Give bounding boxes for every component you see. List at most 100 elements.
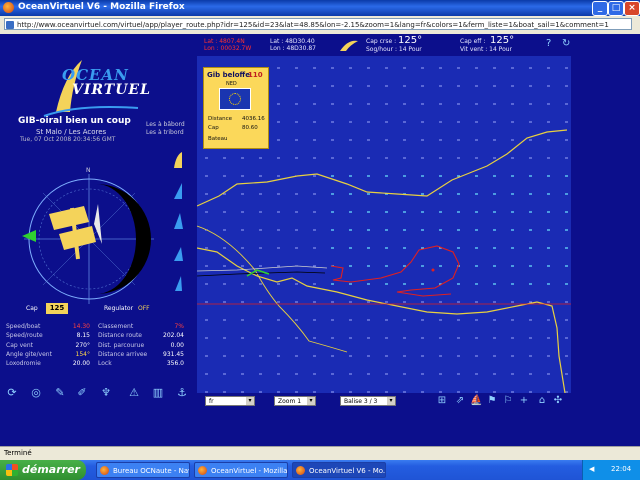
zoom-select[interactable]: Zoom 1 (274, 396, 316, 406)
stat-value: 931.45 (163, 350, 184, 358)
speaker-icon[interactable]: ◀ (589, 465, 594, 473)
stat-row: Lock 356.0 (98, 359, 186, 368)
stat-label: Speed/boat (6, 323, 41, 330)
stat-row: Speed/route 8.15 (6, 331, 92, 340)
measure-tool-icon[interactable]: ✎ (54, 387, 66, 399)
status-text: Terminé (4, 449, 32, 457)
stat-label: Loxodromie (6, 360, 41, 368)
maximize-button[interactable]: □ (608, 1, 624, 16)
stat-row: Distance route 202.04 (98, 331, 186, 340)
side-label-port[interactable]: Les à bâbord (146, 121, 185, 128)
compass-rose[interactable]: N (14, 164, 164, 314)
side-label-starboard[interactable]: Les à tribord (146, 129, 184, 136)
start-label: démarrer (22, 463, 80, 476)
palm-tool-icon[interactable]: ♆ (100, 387, 112, 399)
close-button[interactable]: × (624, 1, 640, 16)
mark-icon[interactable]: ⚐ (502, 395, 514, 407)
compass-tool-icon[interactable]: ✣ (552, 395, 564, 407)
cap-eff-label: Cap eff : (460, 38, 486, 45)
popup-row-value: 80.60 (242, 125, 258, 131)
logo-virtuel-text: VIRTUEL (72, 82, 151, 98)
sail-genoa-icon[interactable] (172, 151, 184, 169)
fleet-icon[interactable]: ⛵ (470, 395, 482, 407)
stat-value: 202.04 (163, 332, 184, 340)
cap-value: 125° (398, 35, 423, 46)
taskbar-item-label: OceanVirtuel - Mozilla... (211, 467, 288, 475)
stats-right: Classement 7% Distance route 202.04 Dist. pa… (98, 322, 186, 368)
firefox-icon (3, 2, 14, 13)
firefox-icon (296, 466, 305, 475)
popup-row-value: 4036.16 (242, 116, 265, 122)
chart-tool-icon[interactable]: ▥ (152, 387, 164, 399)
sail-gennaker-icon[interactable] (172, 244, 184, 262)
stats-left: Speed/boat 14.30 Speed/route 8.15 Cap vent 27… (6, 322, 92, 368)
stat-value: 14.30 (72, 323, 90, 330)
cap-control-label: Cap (26, 305, 38, 312)
taskbar-item[interactable]: OceanVirtuel V6 - Mo... (292, 462, 386, 478)
target-tool-icon[interactable]: ◎ (30, 387, 42, 399)
stat-row: Cap vent 270° (6, 341, 92, 350)
warning-icon[interactable]: ⚠ (128, 387, 140, 399)
speed-readout: Sog/hour : 14 Pour (366, 46, 422, 53)
windows-logo-icon (6, 464, 18, 476)
ocean-logo-small-icon (340, 40, 358, 51)
stat-row: Loxodromie 20.00 (6, 359, 92, 368)
taskbar-item-label: OceanVirtuel V6 - Mo... (309, 467, 386, 475)
lat-dd-readout: Lat : 48D30.40 (270, 38, 315, 45)
stat-value: 0.00 (170, 341, 184, 349)
popup-country-code: NED (226, 81, 237, 87)
stat-value: 20.00 (72, 360, 90, 368)
taskbar-item[interactable]: OceanVirtuel - Mozilla... (194, 462, 288, 478)
language-select[interactable]: fr (205, 396, 255, 406)
regulator-toggle[interactable]: OFF (138, 305, 150, 312)
popup-boat-name: Gib beloffe (207, 71, 250, 79)
stat-label: Distance arrivee (98, 350, 148, 358)
home-icon[interactable]: ⌂ (536, 395, 548, 407)
route-tool-icon[interactable]: ⟳ (6, 387, 18, 399)
plus-icon[interactable]: + (518, 395, 530, 407)
pencil-tool-icon[interactable]: ✐ (76, 387, 88, 399)
wind-speed-readout: Vit vent : 14 Pour (460, 46, 513, 53)
app-icon (100, 466, 109, 475)
flag-icon[interactable]: ⚑ (486, 395, 498, 407)
stat-label: Speed/route (6, 332, 43, 340)
stat-label: Cap vent (6, 341, 33, 349)
svg-text:N: N (86, 167, 91, 174)
cap-input[interactable]: 125 (46, 303, 68, 314)
game-panel: Lat : 4807.4N Lon : 00032.7W Lat : 48D30… (0, 34, 640, 446)
lon-readout: Lon : 00032.7W (204, 45, 252, 52)
stat-value: 154° (75, 350, 90, 358)
stat-label: Dist. parcourue (98, 341, 145, 349)
minimize-button[interactable]: _ (592, 1, 608, 16)
grid-icon[interactable]: ⊞ (436, 395, 448, 407)
taskbar-item-label: Bureau OCNaute - Navi... (113, 467, 189, 475)
regulator-label: Regulator (104, 305, 134, 312)
taskbar-item[interactable]: Bureau OCNaute - Navi... (96, 462, 190, 478)
lon-dd-readout: Lon : 48D30.87 (270, 45, 316, 52)
popup-row-label: Cap (208, 125, 219, 131)
cap-label: Cap crse : (366, 38, 397, 45)
popup-footer: Bateau (208, 136, 228, 142)
stat-label: Classement (98, 323, 134, 330)
start-button[interactable]: démarrer (0, 460, 86, 480)
clock: 22:04 (611, 465, 632, 473)
sail-spinnaker-icon[interactable] (172, 212, 184, 230)
race-date: Tue, 07 Oct 2008 20:34:56 GMT (20, 136, 116, 143)
site-icon (6, 21, 14, 29)
help-icon[interactable]: ? (546, 38, 551, 49)
race-route: St Malo / Les Acores (36, 128, 107, 136)
address-bar: http://www.oceanvirtuel.com/virtuel/app/… (0, 16, 640, 35)
anchor-tool-icon[interactable]: ⚓ (176, 387, 188, 399)
sail-jib-icon[interactable] (172, 182, 184, 200)
window-titlebar: OceanVirtuel V6 - Mozilla Firefox _ □ × (0, 0, 640, 16)
url-field[interactable]: http://www.oceanvirtuel.com/virtuel/app/… (4, 18, 632, 30)
taskbar: démarrer Bureau OCNaute - Navi... OceanV… (0, 460, 640, 480)
balise-select[interactable]: Balise 3 / 3 (340, 396, 396, 406)
stat-value: 356.0 (166, 360, 184, 368)
cap-eff-value: 125° (490, 35, 515, 46)
refresh-icon[interactable]: ↻ (562, 38, 570, 49)
status-bar: Terminé (0, 446, 640, 461)
lat-readout: Lat : 4807.4N (204, 38, 245, 45)
wind-arrows-icon[interactable]: ⇗ (454, 395, 466, 407)
sail-code-zero-icon[interactable] (172, 274, 184, 292)
